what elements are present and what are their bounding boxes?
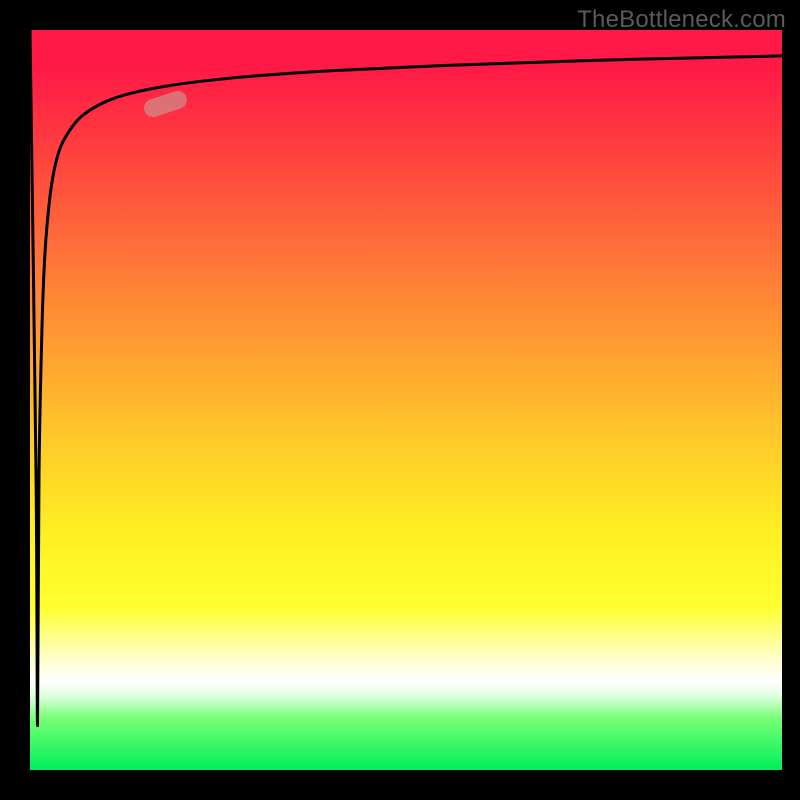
plot-area bbox=[30, 30, 782, 770]
bottleneck-curve bbox=[30, 30, 782, 726]
watermark-text: TheBottleneck.com bbox=[577, 6, 786, 34]
chart-frame: TheBottleneck.com bbox=[0, 0, 800, 800]
curve-marker bbox=[142, 89, 189, 120]
marker-pill bbox=[142, 89, 189, 120]
curve-layer bbox=[30, 30, 782, 770]
